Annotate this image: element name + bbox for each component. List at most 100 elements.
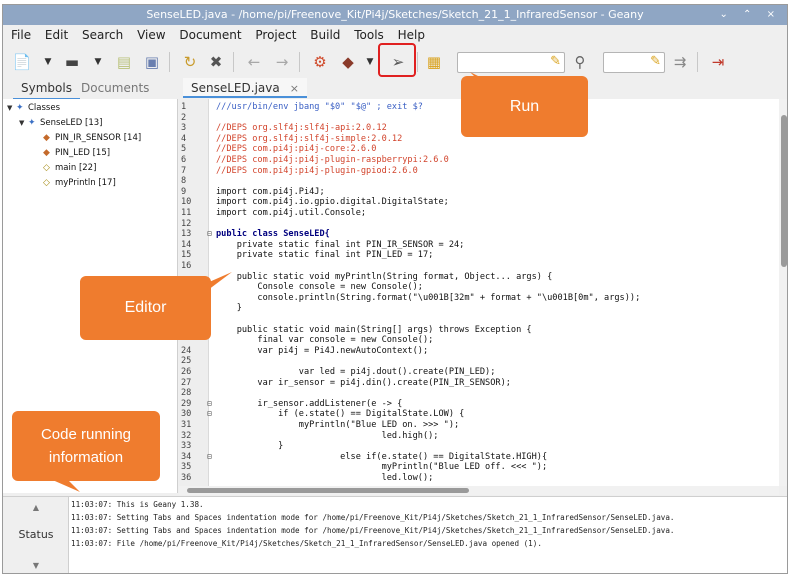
- scroll-down-icon[interactable]: ▼: [3, 561, 69, 570]
- revert-icon[interactable]: ↻: [179, 51, 201, 73]
- goto-line-input[interactable]: ✎: [603, 52, 665, 73]
- line-number: 4: [181, 133, 187, 144]
- tab-symbols[interactable]: Symbols: [13, 78, 80, 100]
- code-line: 13 ⊟ public class SenseLED{: [179, 229, 779, 240]
- fold-marker-icon[interactable]: ⊟: [207, 409, 215, 420]
- tree-item-class[interactable]: ▼ ✦ SenseLED [13]: [19, 116, 102, 130]
- open-file-icon[interactable]: ▬: [61, 51, 83, 73]
- code-line: 26 var led = pi4j.dout().create(PIN_LED)…: [179, 367, 779, 378]
- tree-item-method[interactable]: ◇ myPrintln [17]: [43, 176, 116, 190]
- forward-arrow-icon[interactable]: →: [271, 51, 293, 73]
- line-number: 10: [181, 197, 192, 208]
- quit-icon[interactable]: ⇥: [707, 51, 729, 73]
- tab-documents[interactable]: Documents: [73, 78, 157, 98]
- close-icon[interactable]: ✖: [205, 51, 227, 73]
- code-text: public static void main(String[] args) t…: [216, 324, 532, 335]
- build-icon[interactable]: ◆: [337, 51, 359, 73]
- menu-project[interactable]: Project: [255, 28, 296, 42]
- line-number: 3: [181, 123, 187, 134]
- search-input[interactable]: ✎: [457, 52, 565, 73]
- tab-senseled-java[interactable]: SenseLED.java ×: [183, 78, 307, 98]
- run-highlight-box: [378, 43, 416, 77]
- collapse-arrow-icon[interactable]: ▼: [7, 101, 16, 115]
- goto-line-icon[interactable]: ⇉: [669, 51, 691, 73]
- code-line: 35 myPrintln("Blue LED off. <<< ");: [179, 462, 779, 473]
- code-text: console.println(String.format("\u001B[32…: [216, 292, 641, 303]
- code-line: 33 }: [179, 441, 779, 452]
- line-number: 28: [181, 388, 192, 399]
- save-all-icon[interactable]: ▣: [141, 51, 163, 73]
- info-callout: Code running information: [12, 411, 160, 481]
- code-line: 15 private static final int PIN_LED = 17…: [179, 250, 779, 261]
- collapse-arrow-icon[interactable]: ▼: [19, 116, 28, 130]
- clear-icon[interactable]: ✎: [550, 54, 561, 69]
- code-text: led.low();: [216, 473, 434, 483]
- classes-icon: ✦: [16, 103, 24, 113]
- tree-item-classes[interactable]: ▼ ✦ Classes: [7, 101, 60, 115]
- clear-icon[interactable]: ✎: [650, 54, 661, 69]
- menu-search[interactable]: Search: [82, 28, 123, 42]
- window-controls[interactable]: ⌄ ⌃ ×: [720, 5, 782, 25]
- back-arrow-icon[interactable]: ←: [243, 51, 265, 73]
- code-text: import com.pi4j.util.Console;: [216, 208, 367, 218]
- tab-status[interactable]: Status: [3, 528, 69, 541]
- new-file-icon[interactable]: 📄: [11, 51, 33, 73]
- editor-callout: Editor: [80, 276, 211, 340]
- search-icon[interactable]: ⚲: [569, 51, 591, 73]
- line-number: 27: [181, 377, 192, 388]
- fold-marker-icon[interactable]: ⊟: [207, 229, 215, 240]
- line-number: 34: [181, 451, 192, 462]
- menu-tools[interactable]: Tools: [354, 28, 384, 42]
- info-callout-line2: information: [48, 449, 124, 466]
- close-tab-icon[interactable]: ×: [290, 82, 299, 95]
- menu-file[interactable]: File: [11, 28, 31, 42]
- menu-help[interactable]: Help: [398, 28, 425, 42]
- scrollbar-thumb[interactable]: [187, 488, 469, 493]
- code-text: }: [216, 441, 284, 452]
- status-message: 11:03:07: File /home/pi/Freenove_Kit/Pi4…: [71, 539, 542, 548]
- tree-item-field[interactable]: ◆ PIN_LED [15]: [43, 146, 110, 160]
- scrollbar-thumb[interactable]: [781, 115, 787, 267]
- code-line: 31 myPrintln("Blue LED on. >>> ");: [179, 420, 779, 431]
- tree-item-method[interactable]: ◇ main [22]: [43, 161, 96, 175]
- status-message: 11:03:07: Setting Tabs and Spaces indent…: [71, 526, 675, 535]
- code-text: ir_sensor.addListener(e -> {: [216, 398, 403, 409]
- menu-document[interactable]: Document: [179, 28, 241, 42]
- line-number: 29: [181, 398, 192, 409]
- method-icon: ◇: [43, 178, 50, 188]
- save-icon[interactable]: ▤: [113, 51, 135, 73]
- editor-vertical-scrollbar[interactable]: [779, 99, 787, 486]
- scroll-up-icon[interactable]: ▲: [3, 503, 69, 512]
- line-number: 8: [181, 176, 187, 187]
- compile-icon[interactable]: ⚙: [309, 51, 331, 73]
- sidebar-tabs: Symbols Documents: [3, 78, 178, 100]
- toolbar-separator: [169, 52, 170, 72]
- code-line: 32 led.high();: [179, 431, 779, 442]
- field-icon: ◆: [43, 148, 50, 158]
- fold-marker-icon[interactable]: ⊟: [207, 399, 215, 410]
- code-text: ///usr/bin/env jbang "$0" "$@" ; exit $?: [216, 102, 423, 112]
- code-editor[interactable]: 1 ///usr/bin/env jbang "$0" "$@" ; exit $…: [179, 99, 779, 486]
- chevron-down-icon[interactable]: ▼: [365, 51, 375, 73]
- code-text: final var console = new Console();: [216, 335, 434, 346]
- menu-view[interactable]: View: [137, 28, 165, 42]
- tree-item-field[interactable]: ◆ PIN_IR_SENSOR [14]: [43, 131, 141, 145]
- code-text: else if(e.state() == DigitalState.HIGH){: [216, 451, 548, 462]
- code-text: led.high();: [216, 430, 439, 441]
- line-number: 32: [181, 430, 192, 441]
- code-line: 8: [179, 176, 779, 187]
- editor-horizontal-scrollbar[interactable]: [179, 486, 779, 495]
- code-line: console.println(String.format("\u001B[32…: [179, 293, 779, 304]
- code-text: var led = pi4j.dout().create(PIN_LED);: [216, 367, 496, 377]
- line-number: 35: [181, 462, 192, 473]
- menu-edit[interactable]: Edit: [45, 28, 68, 42]
- chevron-down-icon[interactable]: ▼: [43, 51, 53, 73]
- toolbar-separator: [417, 52, 418, 72]
- code-line: 34 ⊟ else if(e.state() == DigitalState.HI…: [179, 452, 779, 463]
- code-text: //DEPS com.pi4j:pi4j-plugin-raspberrypi:…: [216, 155, 449, 165]
- chevron-down-icon[interactable]: ▼: [93, 51, 103, 73]
- code-text: //DEPS com.pi4j:pi4j-core:2.6.0: [216, 144, 377, 155]
- menu-build[interactable]: Build: [310, 28, 340, 42]
- fold-marker-icon[interactable]: ⊟: [207, 452, 215, 463]
- color-chooser-icon[interactable]: ▦: [423, 51, 445, 73]
